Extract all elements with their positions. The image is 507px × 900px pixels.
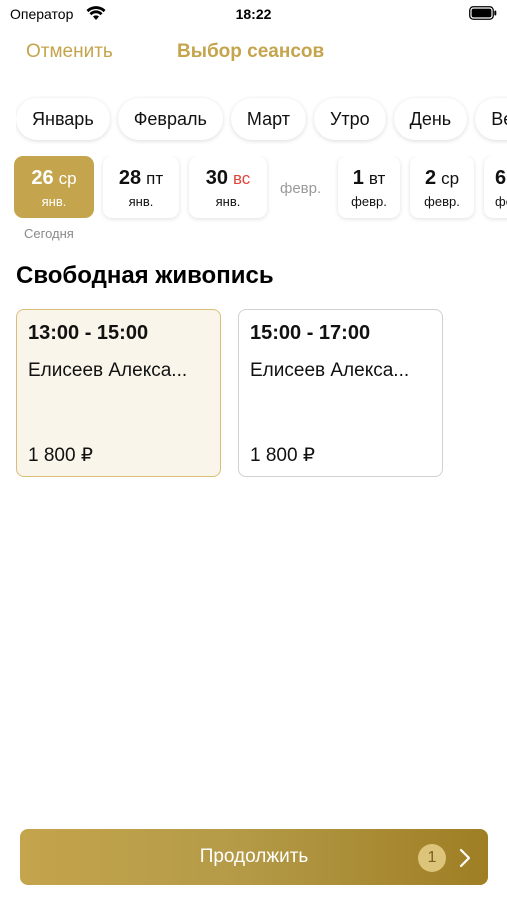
date-card-28-jan[interactable]: 28 пт янв. (103, 156, 179, 218)
date-month: янв. (41, 194, 67, 209)
date-day-number: 6 (495, 167, 507, 189)
date-month: янв. (128, 194, 154, 209)
filter-chip-evening[interactable]: Вечер (475, 98, 507, 140)
continue-button[interactable]: Продолжить 1 (20, 829, 488, 885)
cancel-button[interactable]: Отменить (26, 41, 113, 63)
chevron-right-icon (459, 848, 471, 868)
filter-chip-february[interactable]: Февраль (117, 98, 223, 140)
date-weekday: ср (441, 169, 460, 188)
filter-chip-morning[interactable]: Утро (313, 98, 386, 140)
date-weekday: вс (232, 169, 251, 188)
section-title: Свободная живопись (16, 262, 274, 289)
date-month: февр. (351, 194, 387, 209)
date-card-30-jan[interactable]: 30 вс янв. (189, 156, 267, 218)
date-weekday: ср (58, 169, 77, 188)
today-label: Сегодня (24, 226, 74, 241)
session-teacher: Елисеев Алекса... (28, 360, 188, 381)
battery-icon (469, 6, 497, 20)
status-bar: Оператор 18:22 (0, 0, 507, 28)
date-selector: 26 ср янв. Сегодня 28 пт янв. 30 вс янв. фе… (14, 156, 507, 246)
session-time: 13:00 - 15:00 (28, 322, 149, 344)
date-month: февр. (424, 194, 460, 209)
date-day-number: 28 (118, 167, 142, 189)
status-time: 18:22 (235, 6, 272, 22)
date-weekday: пт (146, 169, 164, 188)
date-card-1-feb[interactable]: 1 вт февр. (338, 156, 400, 218)
filter-chip-day[interactable]: День (393, 98, 468, 140)
date-day-number: 30 (205, 167, 228, 189)
filter-chip-january[interactable]: Январь (16, 98, 110, 140)
date-month: февр. (495, 194, 507, 209)
date-day-number: 1 (352, 167, 364, 189)
date-weekday: вт (368, 169, 386, 188)
session-price: 1 800 ₽ (250, 445, 315, 466)
date-card-26-jan[interactable]: 26 ср янв. (14, 156, 94, 218)
date-day-number: 2 (424, 167, 437, 189)
date-card-2-feb[interactable]: 2 ср февр. (410, 156, 474, 218)
date-card-6-feb[interactable]: 6вс февр. (484, 156, 507, 218)
date-month: янв. (215, 194, 241, 209)
month-separator: февр. (280, 180, 322, 197)
filter-chips: Январь Февраль Март Утро День Вечер (16, 96, 507, 144)
session-time: 15:00 - 17:00 (250, 322, 371, 344)
session-teacher: Елисеев Алекса... (250, 360, 410, 381)
session-card-1[interactable]: 13:00 - 15:00 Елисеев Алекса... 1 800 ₽ (16, 309, 221, 477)
selected-count-badge: 1 (418, 844, 446, 872)
filter-chip-march[interactable]: Март (230, 98, 306, 140)
session-card-2[interactable]: 15:00 - 17:00 Елисеев Алекса... 1 800 ₽ (238, 309, 443, 477)
page-title: Выбор сеансов (177, 41, 325, 62)
date-day-number: 26 (31, 167, 54, 189)
session-price: 1 800 ₽ (28, 445, 93, 466)
